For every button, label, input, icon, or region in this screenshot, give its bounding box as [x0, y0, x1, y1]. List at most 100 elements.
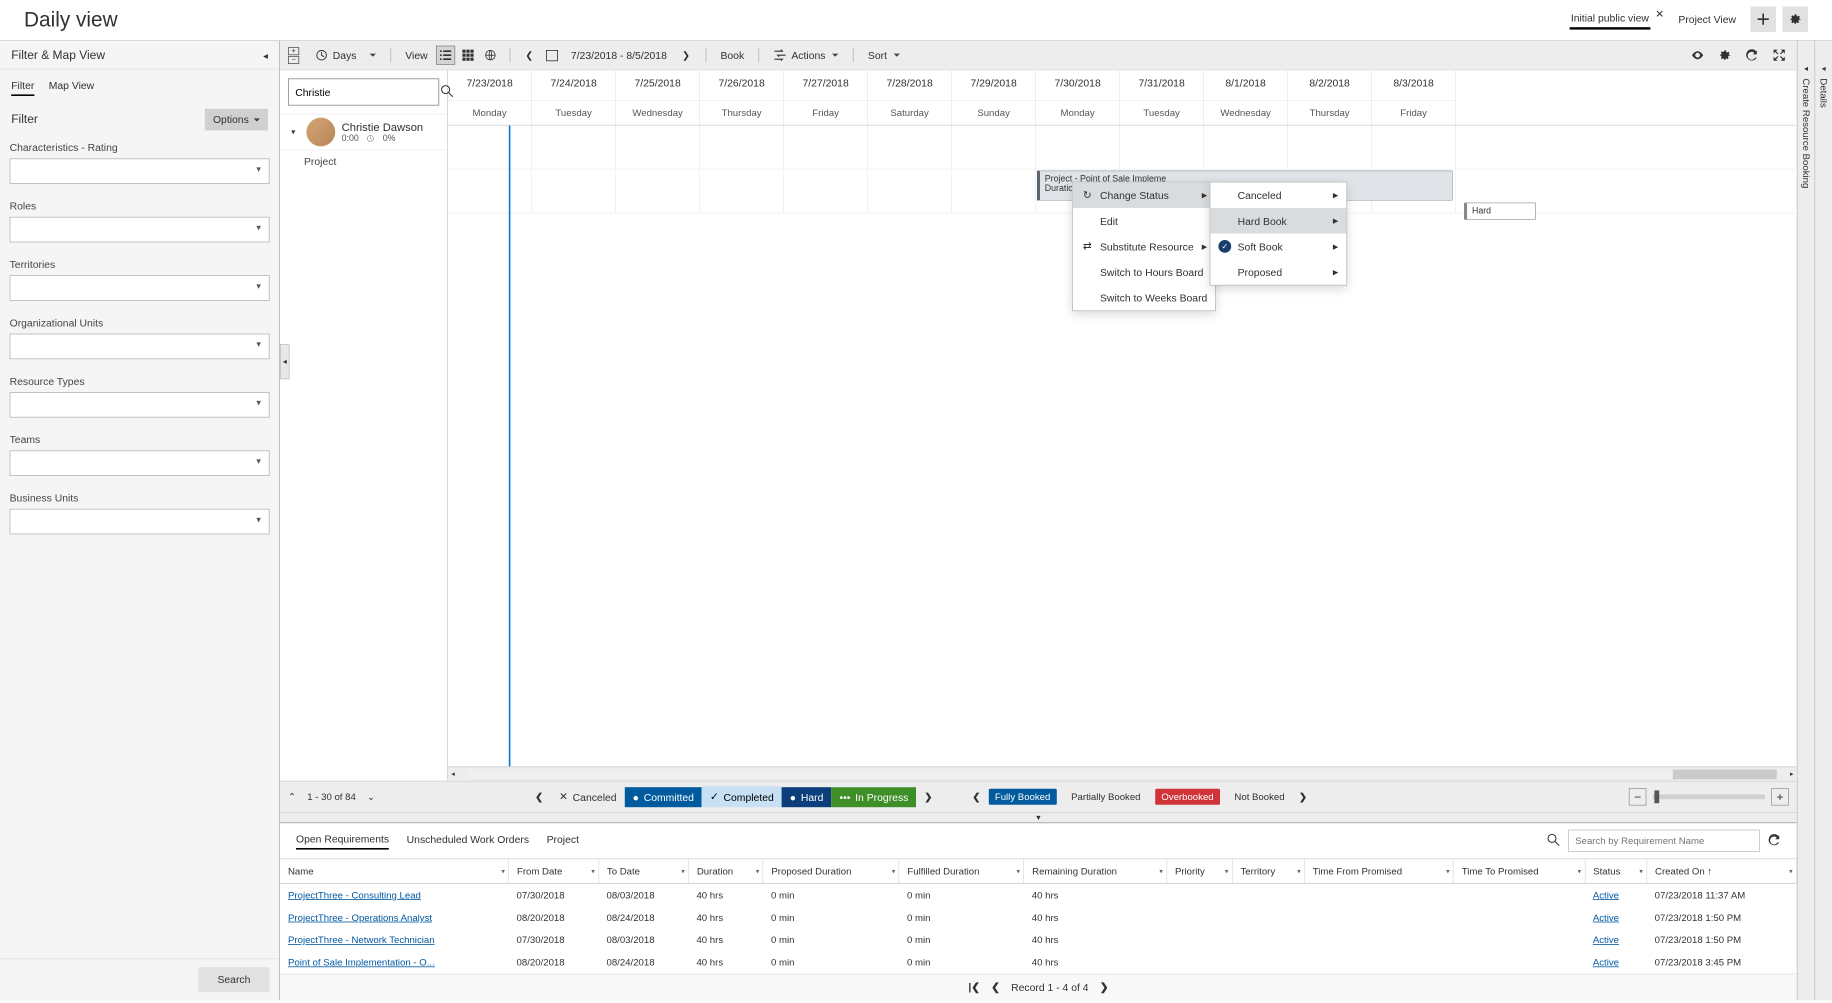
- filter-select-2[interactable]: [10, 275, 270, 301]
- filter-select-0[interactable]: [10, 158, 270, 184]
- row-name[interactable]: ProjectThree - Network Technician: [280, 929, 509, 951]
- filter-select-5[interactable]: [10, 450, 270, 476]
- view-tab-project[interactable]: Project View: [1677, 10, 1738, 28]
- column-filter-icon[interactable]: ▾: [501, 867, 505, 876]
- list-view-icon[interactable]: [436, 46, 455, 65]
- refresh-icon[interactable]: [1742, 46, 1761, 65]
- close-view-icon[interactable]: ✕: [1655, 8, 1664, 21]
- column-filter-icon[interactable]: ▾: [1017, 867, 1021, 876]
- context-item[interactable]: Switch to Weeks Board: [1073, 285, 1216, 311]
- column-filter-icon[interactable]: ▾: [1297, 867, 1301, 876]
- legend-chip[interactable]: ●Hard: [782, 787, 832, 807]
- booking-hard-label[interactable]: Hard: [1464, 202, 1536, 220]
- table-row[interactable]: ProjectThree - Operations Analyst 08/20/…: [280, 906, 1796, 928]
- row-name[interactable]: ProjectThree - Operations Analyst: [280, 906, 509, 928]
- options-button[interactable]: Options: [205, 109, 268, 131]
- row-status[interactable]: Active: [1585, 951, 1647, 973]
- bottom-tab-open-requirements[interactable]: Open Requirements: [296, 832, 389, 849]
- column-filter-icon[interactable]: ▾: [756, 867, 760, 876]
- actions-dropdown[interactable]: Actions: [769, 46, 843, 65]
- table-header[interactable]: Remaining Duration▾: [1024, 859, 1167, 883]
- days-dropdown[interactable]: Days: [310, 46, 380, 65]
- zoom-out-button[interactable]: −: [1629, 788, 1647, 806]
- status-chip[interactable]: Fully Booked: [988, 789, 1056, 805]
- status-chip[interactable]: Partially Booked: [1065, 789, 1147, 805]
- table-header[interactable]: To Date▾: [599, 859, 689, 883]
- legend-chip[interactable]: ●Committed: [625, 787, 702, 807]
- bottom-tab-project[interactable]: Project: [547, 833, 579, 848]
- context-item[interactable]: ↻Change Status▶: [1073, 182, 1216, 208]
- context-subitem[interactable]: Proposed▶: [1210, 259, 1346, 285]
- sidebar-tab-mapview[interactable]: Map View: [49, 79, 94, 96]
- resource-child[interactable]: Project: [280, 150, 447, 172]
- filter-select-4[interactable]: [10, 392, 270, 418]
- collapse-all-button[interactable]: −: [288, 56, 299, 64]
- column-filter-icon[interactable]: ▾: [1225, 867, 1229, 876]
- next-range-button[interactable]: ❯: [676, 46, 695, 65]
- bottom-search-icon[interactable]: [1547, 833, 1560, 848]
- eye-icon[interactable]: [1688, 46, 1707, 65]
- filter-select-3[interactable]: [10, 334, 270, 360]
- context-item[interactable]: Switch to Hours Board: [1073, 259, 1216, 285]
- column-filter-icon[interactable]: ▾: [1446, 867, 1450, 876]
- zoom-slider[interactable]: [1653, 794, 1765, 799]
- bottom-refresh-icon[interactable]: [1768, 833, 1781, 848]
- details-rail[interactable]: ◂ Details: [1814, 41, 1832, 1000]
- legend-chip[interactable]: ✕Canceled: [551, 786, 624, 807]
- bottom-tab-unscheduled[interactable]: Unscheduled Work Orders: [407, 833, 529, 848]
- table-header[interactable]: Priority▾: [1167, 859, 1233, 883]
- search-button[interactable]: Search: [198, 967, 269, 992]
- column-filter-icon[interactable]: ▾: [1639, 867, 1643, 876]
- expand-all-button[interactable]: +: [288, 47, 299, 55]
- add-view-button[interactable]: [1750, 6, 1776, 32]
- column-filter-icon[interactable]: ▾: [1159, 867, 1163, 876]
- status-prev-icon[interactable]: ❮: [972, 791, 980, 802]
- context-subitem[interactable]: Hard Book▶: [1210, 208, 1346, 234]
- calendar-icon[interactable]: [542, 46, 561, 65]
- legend-next-icon[interactable]: ❯: [924, 791, 932, 802]
- globe-view-icon[interactable]: [480, 46, 499, 65]
- create-booking-rail[interactable]: ◂ Create Resource Booking: [1797, 41, 1815, 1000]
- legend-collapse-icon[interactable]: ▼: [1027, 813, 1050, 823]
- grid-view-icon[interactable]: [458, 46, 477, 65]
- column-filter-icon[interactable]: ▾: [1578, 867, 1582, 876]
- table-header[interactable]: Proposed Duration▾: [763, 859, 899, 883]
- context-item[interactable]: ⇄Substitute Resource▶: [1073, 234, 1216, 260]
- table-header[interactable]: Duration▾: [688, 859, 763, 883]
- row-status[interactable]: Active: [1585, 906, 1647, 928]
- board-settings-icon[interactable]: [1715, 46, 1734, 65]
- sort-dropdown[interactable]: Sort: [863, 46, 904, 64]
- row-name[interactable]: Point of Sale Implementation - O...: [280, 951, 509, 973]
- table-header[interactable]: From Date▾: [509, 859, 599, 883]
- table-header[interactable]: Created On ↑▾: [1647, 859, 1797, 883]
- row-status[interactable]: Active: [1585, 884, 1647, 907]
- resource-search-box[interactable]: [288, 78, 439, 105]
- context-subitem[interactable]: Canceled▶: [1210, 182, 1346, 208]
- table-header[interactable]: Time From Promised▾: [1304, 859, 1453, 883]
- horizontal-scrollbar[interactable]: ◂ ▸: [448, 766, 1797, 780]
- resource-expand-icon[interactable]: ▾: [286, 126, 300, 138]
- prev-range-button[interactable]: ❮: [520, 46, 539, 65]
- context-subitem[interactable]: ✓Soft Book▶: [1210, 234, 1346, 260]
- bottom-search-input[interactable]: [1568, 830, 1760, 852]
- record-next-icon[interactable]: ❯: [1100, 981, 1109, 994]
- sidebar-collapse-handle[interactable]: ◂: [280, 344, 290, 379]
- status-chip[interactable]: Overbooked: [1155, 789, 1220, 805]
- table-header[interactable]: Name▾: [280, 859, 509, 883]
- column-filter-icon[interactable]: ▾: [591, 867, 595, 876]
- context-item[interactable]: Edit: [1073, 208, 1216, 234]
- resource-item[interactable]: ▾ Christie Dawson 0:00 0%: [280, 114, 447, 150]
- record-prev-icon[interactable]: ❮: [991, 981, 1000, 994]
- table-row[interactable]: Point of Sale Implementation - O... 08/2…: [280, 951, 1796, 973]
- filter-select-6[interactable]: [10, 509, 270, 535]
- column-filter-icon[interactable]: ▾: [1789, 867, 1793, 876]
- column-filter-icon[interactable]: ▾: [892, 867, 896, 876]
- book-button[interactable]: Book: [716, 46, 749, 64]
- zoom-in-button[interactable]: +: [1771, 788, 1789, 806]
- status-next-icon[interactable]: ❯: [1299, 791, 1307, 802]
- legend-prev-icon[interactable]: ❮: [535, 791, 543, 802]
- filter-select-1[interactable]: [10, 217, 270, 243]
- pager-down-icon[interactable]: ⌄: [367, 791, 375, 802]
- table-header[interactable]: Time To Promised▾: [1453, 859, 1584, 883]
- column-filter-icon[interactable]: ▾: [681, 867, 685, 876]
